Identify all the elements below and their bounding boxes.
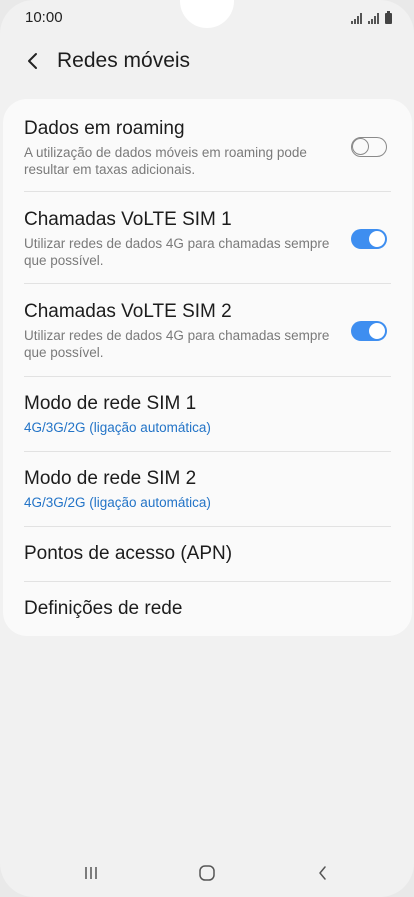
page-title: Redes móveis <box>57 49 191 72</box>
setting-volte-sim2[interactable]: Chamadas VoLTE SIM 2 Utilizar redes de d… <box>3 284 412 377</box>
status-icons <box>351 10 392 24</box>
toggle-knob <box>352 138 369 155</box>
setting-value: 4G/3G/2G (ligação automática) <box>24 495 211 510</box>
battery-icon <box>385 11 392 24</box>
setting-subtitle: Utilizar redes de dados 4G para chamadas… <box>24 328 330 360</box>
setting-title: Definições de rede <box>24 598 183 619</box>
toggle-knob <box>368 322 386 340</box>
setting-title: Dados em roaming <box>24 118 185 139</box>
data-roaming-toggle[interactable] <box>351 137 387 157</box>
back-button[interactable] <box>16 44 50 78</box>
status-time: 10:00 <box>25 9 63 26</box>
setting-subtitle: A utilização de dados móveis em roaming … <box>24 145 307 177</box>
settings-card: Dados em roaming A utilização de dados m… <box>3 99 412 636</box>
setting-title: Modo de rede SIM 2 <box>24 468 197 489</box>
setting-subtitle: Utilizar redes de dados 4G para chamadas… <box>24 236 330 268</box>
setting-title: Chamadas VoLTE SIM 1 <box>24 209 232 230</box>
home-button[interactable] <box>187 860 227 886</box>
phone-screen: 10:00 Redes móveis Dados em roaming A ut… <box>0 0 414 897</box>
setting-network-mode-sim2[interactable]: Modo de rede SIM 2 4G/3G/2G (ligação aut… <box>3 452 412 527</box>
chevron-left-icon <box>28 53 37 69</box>
recents-button[interactable] <box>71 860 111 886</box>
setting-title: Chamadas VoLTE SIM 2 <box>24 301 232 322</box>
back-icon <box>319 866 326 880</box>
setting-data-roaming[interactable]: Dados em roaming A utilização de dados m… <box>3 99 412 192</box>
setting-network-settings[interactable]: Definições de rede <box>3 582 412 636</box>
signal-sim2-icon <box>368 12 379 24</box>
setting-volte-sim1[interactable]: Chamadas VoLTE SIM 1 Utilizar redes de d… <box>3 192 412 284</box>
toggle-knob <box>368 230 386 248</box>
status-bar: 10:00 <box>0 0 414 34</box>
setting-value: 4G/3G/2G (ligação automática) <box>24 420 211 435</box>
app-header: Redes móveis <box>0 38 414 84</box>
navigation-bar <box>0 848 414 897</box>
nav-back-button[interactable] <box>303 860 343 886</box>
signal-sim1-icon <box>351 12 362 24</box>
setting-title: Modo de rede SIM 1 <box>24 393 197 414</box>
setting-network-mode-sim1[interactable]: Modo de rede SIM 1 4G/3G/2G (ligação aut… <box>3 377 412 452</box>
volte-sim1-toggle[interactable] <box>351 229 387 249</box>
recents-icon <box>85 867 97 879</box>
volte-sim2-toggle[interactable] <box>351 321 387 341</box>
camera-notch <box>180 0 234 28</box>
setting-title: Pontos de acesso (APN) <box>24 543 233 564</box>
home-icon <box>199 865 215 881</box>
setting-access-points[interactable]: Pontos de acesso (APN) <box>3 527 412 582</box>
